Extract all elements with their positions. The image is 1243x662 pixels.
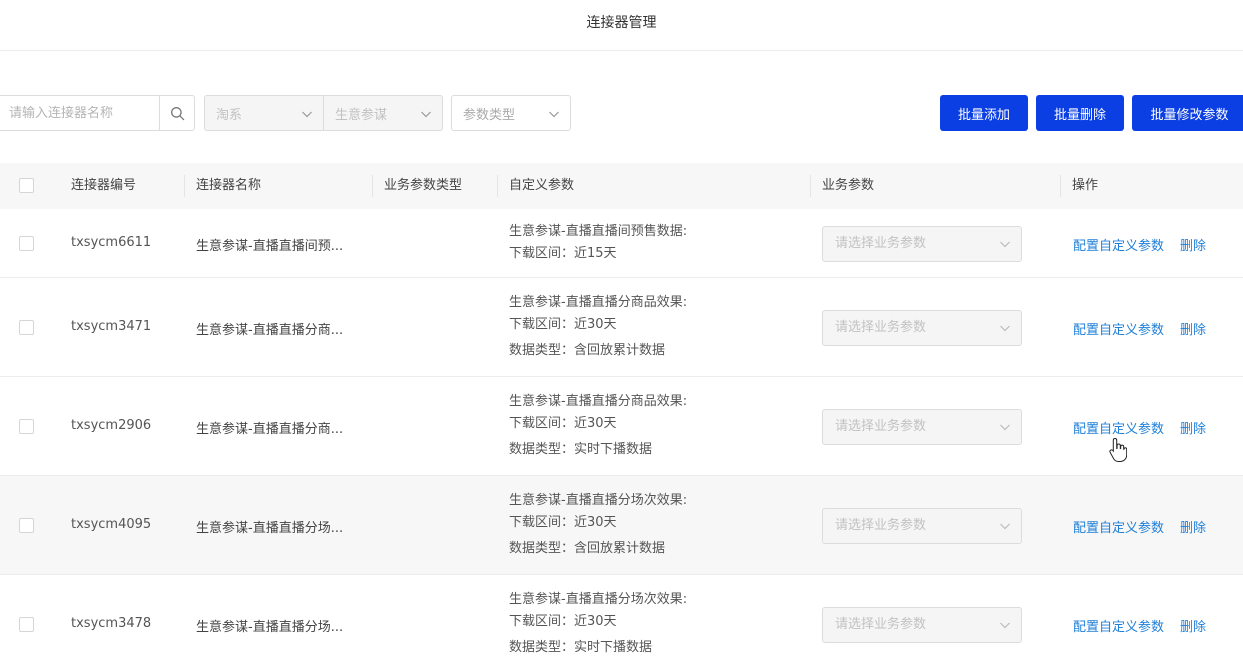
chevron-down-icon bbox=[1000, 325, 1010, 331]
table-row: txsycm3478 生意参谋-直播直播分场... 生意参谋-直播直播分场次效果… bbox=[0, 575, 1243, 662]
custom-params: 生意参谋-直播直播间预售数据: 下载区间：近15天 bbox=[509, 221, 687, 265]
column-header-custom-params: 自定义参数 bbox=[497, 163, 574, 209]
custom-param-line: 下载区间：近30天 bbox=[509, 316, 617, 332]
column-header-biz-param-type: 业务参数类型 bbox=[372, 163, 462, 209]
config-custom-params-link[interactable]: 配置自定义参数 bbox=[1073, 319, 1164, 338]
biz-param-select[interactable]: 请选择业务参数 bbox=[822, 225, 1022, 262]
custom-param-line: 数据类型：含回放累计数据 bbox=[509, 540, 666, 556]
column-header-actions: 操作 bbox=[1060, 163, 1098, 209]
custom-param-line: 生意参谋-直播直播分商品效果: bbox=[509, 393, 688, 409]
batch-add-button[interactable]: 批量添加 bbox=[940, 95, 1028, 131]
connector-id: txsycm4095 bbox=[71, 516, 152, 532]
row-checkbox[interactable] bbox=[19, 517, 34, 533]
table-row: txsycm4095 生意参谋-直播直播分场... 生意参谋-直播直播分场次效果… bbox=[0, 476, 1243, 575]
hand-pointer-icon bbox=[1109, 437, 1127, 462]
chevron-down-icon bbox=[302, 111, 312, 118]
column-header-name: 连接器名称 bbox=[184, 163, 261, 209]
search-button[interactable] bbox=[159, 96, 194, 130]
chevron-down-icon bbox=[1000, 424, 1010, 430]
custom-param-line: 数据类型：含回放累计数据 bbox=[509, 342, 666, 358]
search-box bbox=[0, 95, 195, 131]
search-icon bbox=[170, 106, 184, 120]
delete-link[interactable]: 删除 bbox=[1180, 418, 1206, 437]
connector-name: 生意参谋-直播直播间预... bbox=[196, 238, 344, 254]
custom-params: 生意参谋-直播直播分场次效果: 下载区间：近30天数据类型：实时下播数据 bbox=[509, 589, 687, 659]
batch-delete-button[interactable]: 批量删除 bbox=[1036, 95, 1124, 131]
delete-link[interactable]: 删除 bbox=[1180, 616, 1206, 635]
param-type-select-value: 参数类型 bbox=[463, 107, 516, 123]
custom-param-line: 生意参谋-直播直播分场次效果: bbox=[509, 591, 688, 607]
biz-param-select-placeholder: 请选择业务参数 bbox=[835, 319, 927, 335]
connector-name: 生意参谋-直播直播分场... bbox=[196, 520, 344, 536]
connector-name: 生意参谋-直播直播分商... bbox=[196, 421, 344, 437]
page-header: 连接器管理 bbox=[0, 0, 1243, 51]
biz-param-select-placeholder: 请选择业务参数 bbox=[835, 517, 927, 533]
platform-select[interactable]: 淘系 bbox=[204, 95, 324, 131]
connector-name: 生意参谋-直播直播分商... bbox=[196, 322, 344, 338]
custom-param-line: 下载区间：近30天 bbox=[509, 415, 617, 431]
batch-modify-params-button[interactable]: 批量修改参数 bbox=[1132, 95, 1243, 131]
config-custom-params-link[interactable]: 配置自定义参数 bbox=[1073, 235, 1164, 254]
connector-id: txsycm2906 bbox=[71, 417, 152, 433]
biz-param-select-placeholder: 请选择业务参数 bbox=[835, 418, 927, 434]
custom-param-line: 生意参谋-直播直播分场次效果: bbox=[509, 492, 688, 508]
column-header-biz-params: 业务参数 bbox=[810, 163, 874, 209]
row-checkbox[interactable] bbox=[19, 235, 34, 251]
source-select[interactable]: 生意参谋 bbox=[323, 95, 443, 131]
biz-param-select-placeholder: 请选择业务参数 bbox=[835, 616, 927, 632]
biz-param-select[interactable]: 请选择业务参数 bbox=[822, 606, 1022, 643]
connector-id: txsycm6611 bbox=[71, 234, 152, 250]
table-header: 连接器编号 连接器名称 业务参数类型 自定义参数 业务参数 操作 bbox=[0, 163, 1243, 209]
connector-id: txsycm3471 bbox=[71, 318, 152, 334]
biz-param-select[interactable]: 请选择业务参数 bbox=[822, 309, 1022, 346]
custom-param-line: 生意参谋-直播直播分商品效果: bbox=[509, 294, 688, 310]
table-body: txsycm6611 生意参谋-直播直播间预... 生意参谋-直播直播间预售数据… bbox=[0, 209, 1243, 662]
custom-param-line: 数据类型：实时下播数据 bbox=[509, 639, 653, 655]
delete-link[interactable]: 删除 bbox=[1180, 235, 1206, 254]
search-input[interactable] bbox=[0, 96, 159, 130]
delete-link[interactable]: 删除 bbox=[1180, 517, 1206, 536]
platform-select-value: 淘系 bbox=[216, 107, 243, 123]
connector-table: 连接器编号 连接器名称 业务参数类型 自定义参数 业务参数 操作 txsycm6… bbox=[0, 163, 1243, 662]
page-title: 连接器管理 bbox=[586, 15, 657, 31]
custom-params: 生意参谋-直播直播分场次效果: 下载区间：近30天数据类型：含回放累计数据 bbox=[509, 490, 687, 560]
config-custom-params-link[interactable]: 配置自定义参数 bbox=[1073, 616, 1164, 635]
chevron-down-icon bbox=[421, 111, 431, 118]
connector-id: txsycm3478 bbox=[71, 615, 152, 631]
custom-param-line: 下载区间：近30天 bbox=[509, 613, 617, 629]
custom-params: 生意参谋-直播直播分商品效果: 下载区间：近30天数据类型：含回放累计数据 bbox=[509, 292, 687, 362]
row-checkbox[interactable] bbox=[19, 616, 34, 632]
delete-link[interactable]: 删除 bbox=[1180, 319, 1206, 338]
chevron-down-icon bbox=[1000, 622, 1010, 628]
config-custom-params-link[interactable]: 配置自定义参数 bbox=[1073, 418, 1164, 437]
biz-param-select[interactable]: 请选择业务参数 bbox=[822, 408, 1022, 445]
table-row: txsycm6611 生意参谋-直播直播间预... 生意参谋-直播直播间预售数据… bbox=[0, 209, 1243, 278]
source-select-value: 生意参谋 bbox=[335, 107, 388, 123]
config-custom-params-link[interactable]: 配置自定义参数 bbox=[1073, 517, 1164, 536]
custom-param-line: 生意参谋-直播直播间预售数据: bbox=[509, 223, 688, 239]
column-header-id: 连接器编号 bbox=[71, 178, 137, 193]
biz-param-select[interactable]: 请选择业务参数 bbox=[822, 507, 1022, 544]
chevron-down-icon bbox=[1000, 523, 1010, 529]
select-all-checkbox[interactable] bbox=[19, 178, 34, 193]
custom-params: 生意参谋-直播直播分商品效果: 下载区间：近30天数据类型：实时下播数据 bbox=[509, 391, 687, 461]
connector-name: 生意参谋-直播直播分场... bbox=[196, 619, 344, 635]
table-row: txsycm3471 生意参谋-直播直播分商... 生意参谋-直播直播分商品效果… bbox=[0, 278, 1243, 377]
row-checkbox[interactable] bbox=[19, 418, 34, 434]
row-checkbox[interactable] bbox=[19, 319, 34, 335]
param-type-select[interactable]: 参数类型 bbox=[451, 95, 571, 131]
chevron-down-icon bbox=[549, 111, 559, 118]
custom-param-line: 下载区间：近30天 bbox=[509, 514, 617, 530]
biz-param-select-placeholder: 请选择业务参数 bbox=[835, 235, 927, 251]
toolbar: 淘系 生意参谋 参数类型 批量添加 批量删除 批量修改参数 bbox=[0, 95, 1243, 131]
custom-param-line: 下载区间：近15天 bbox=[509, 245, 617, 261]
chevron-down-icon bbox=[1000, 241, 1010, 247]
table-row: txsycm2906 生意参谋-直播直播分商... 生意参谋-直播直播分商品效果… bbox=[0, 377, 1243, 476]
custom-param-line: 数据类型：实时下播数据 bbox=[509, 441, 653, 457]
